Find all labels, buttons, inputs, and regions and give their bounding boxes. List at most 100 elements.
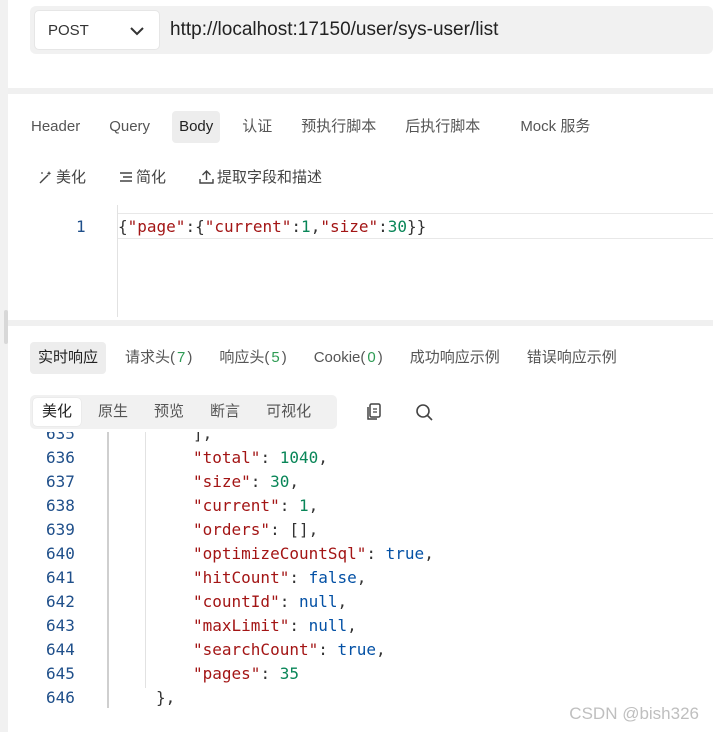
- code-line: 645 "pages": 35: [8, 664, 713, 688]
- code-line: 643 "maxLimit": null,: [8, 616, 713, 640]
- code-line: 638 "current": 1,: [8, 496, 713, 520]
- url-card: POST http://localhost:17150/user/sys-use…: [8, 0, 713, 88]
- json-key: "hitCount": [193, 568, 290, 587]
- tab-auth[interactable]: 认证: [235, 111, 279, 143]
- code-line: 640 "optimizeCountSql": true,: [8, 544, 713, 568]
- json-key: "page": [127, 217, 186, 236]
- tab-header[interactable]: Header: [24, 111, 87, 143]
- tab-request-headers[interactable]: 请求头(7): [117, 342, 200, 374]
- json-key: "current": [204, 217, 292, 236]
- json-key: "current": [193, 496, 280, 515]
- beautify-button[interactable]: 美化: [38, 166, 86, 187]
- line-number: 641: [46, 568, 75, 587]
- line-number: 639: [46, 520, 75, 539]
- tab-body[interactable]: Body: [172, 111, 221, 143]
- json-key: "optimizeCountSql": [193, 544, 367, 563]
- line-number: 637: [46, 472, 75, 491]
- view-beautify[interactable]: 美化: [33, 398, 82, 426]
- json-key: "countId": [193, 592, 280, 611]
- code-text: "hitCount": false,: [193, 568, 367, 587]
- view-preview[interactable]: 预览: [145, 398, 193, 426]
- simplify-button[interactable]: 简化: [118, 166, 166, 187]
- upload-icon: [199, 169, 214, 184]
- section-divider: [8, 88, 713, 94]
- body-toolbar: 美化 简化 提取字段和描述: [38, 166, 354, 187]
- count-badge: 7: [177, 349, 186, 366]
- code-text: "countId": null,: [193, 592, 348, 611]
- json-value: null: [308, 616, 348, 635]
- code-text: "total": 1040,: [193, 448, 328, 467]
- code-text: "optimizeCountSql": true,: [193, 544, 434, 563]
- json-value: 35: [279, 664, 299, 683]
- paren: ): [187, 349, 193, 366]
- simplify-label: 简化: [136, 169, 167, 186]
- tab-cookie[interactable]: Cookie(0): [306, 342, 391, 374]
- line-number: 646: [46, 688, 75, 707]
- code-text: "current": 1,: [193, 496, 319, 515]
- json-key: "pages": [193, 664, 261, 683]
- url-bar: POST http://localhost:17150/user/sys-use…: [30, 6, 713, 54]
- json-number: 30: [387, 217, 408, 236]
- code-text: "pages": 35: [193, 664, 299, 683]
- method-label: POST: [48, 21, 89, 39]
- line-number: 643: [46, 616, 75, 635]
- code-line: 644 "searchCount": true,: [8, 640, 713, 664]
- tab-realtime-response[interactable]: 实时响应: [30, 342, 107, 374]
- beautify-label: 美化: [56, 169, 87, 186]
- request-body-code: {"page":{"current":1,"size":30}}: [118, 217, 427, 236]
- tab-post-script[interactable]: 后执行脚本: [398, 111, 487, 143]
- code-text: "searchCount": true,: [193, 640, 386, 659]
- tab-pre-script[interactable]: 预执行脚本: [294, 111, 383, 143]
- code-line: 642 "countId": null,: [8, 592, 713, 616]
- tab-request-headers-label: 请求头(: [125, 349, 176, 366]
- line-number: 644: [46, 640, 75, 659]
- json-value: true: [337, 640, 377, 659]
- line-number: 640: [46, 544, 75, 563]
- watermark: CSDN @bish326: [569, 704, 699, 723]
- request-body-editor[interactable]: 1 {"page":{"current":1,"size":30}}: [8, 205, 713, 317]
- tab-error-example[interactable]: 错误响应示例: [519, 342, 625, 374]
- view-mode-switch: 美化 原生 预览 断言 可视化: [30, 395, 337, 429]
- tab-mock[interactable]: Mock 服务: [513, 111, 597, 143]
- json-number: 1: [301, 217, 311, 236]
- left-rail: [0, 0, 8, 732]
- json-key: "size": [193, 472, 251, 491]
- json-value: 1: [298, 496, 309, 515]
- paren: ): [281, 349, 287, 366]
- code-text: "orders": [],: [193, 520, 319, 539]
- url-input[interactable]: http://localhost:17150/user/sys-user/lis…: [170, 19, 498, 41]
- json-value: null: [298, 592, 338, 611]
- method-select[interactable]: POST: [34, 10, 160, 50]
- line-number: 1: [76, 217, 86, 236]
- view-raw[interactable]: 原生: [89, 398, 137, 426]
- code-text: ],: [193, 432, 213, 443]
- line-number: 642: [46, 592, 75, 611]
- search-icon[interactable]: [413, 401, 435, 423]
- code-line: 639 "orders": [],: [8, 520, 713, 544]
- json-value: false: [308, 568, 357, 587]
- view-assert[interactable]: 断言: [201, 398, 249, 426]
- tab-query[interactable]: Query: [102, 111, 157, 143]
- request-tabs: Header Query Body 认证 预执行脚本 后执行脚本 Mock 服务: [24, 110, 612, 144]
- extract-fields-button[interactable]: 提取字段和描述: [198, 166, 322, 187]
- tab-response-headers-label: 响应头(: [219, 349, 270, 366]
- view-visualize[interactable]: 可视化: [257, 398, 320, 426]
- chevron-down-icon: [130, 27, 144, 36]
- code-text: "maxLimit": null,: [193, 616, 357, 635]
- tab-response-headers[interactable]: 响应头(5): [211, 342, 294, 374]
- brace: {: [118, 217, 128, 236]
- tab-cookie-label: Cookie(: [313, 349, 366, 366]
- json-key: "searchCount": [193, 640, 319, 659]
- count-badge: 0: [367, 349, 376, 366]
- code-text: },: [156, 688, 176, 707]
- json-value: 30: [270, 472, 290, 491]
- list-icon: [120, 171, 133, 182]
- section-divider: [8, 320, 713, 326]
- tab-success-example[interactable]: 成功响应示例: [402, 342, 508, 374]
- copy-icon[interactable]: [363, 401, 385, 423]
- json-key: "maxLimit": [193, 616, 290, 635]
- line-number: 636: [46, 448, 75, 467]
- count-badge: 5: [271, 349, 280, 366]
- line-number: 635: [46, 432, 75, 443]
- response-body-viewer[interactable]: 635], 636 "total": 1040, 637 "size": 30, 638 "…: [8, 432, 713, 732]
